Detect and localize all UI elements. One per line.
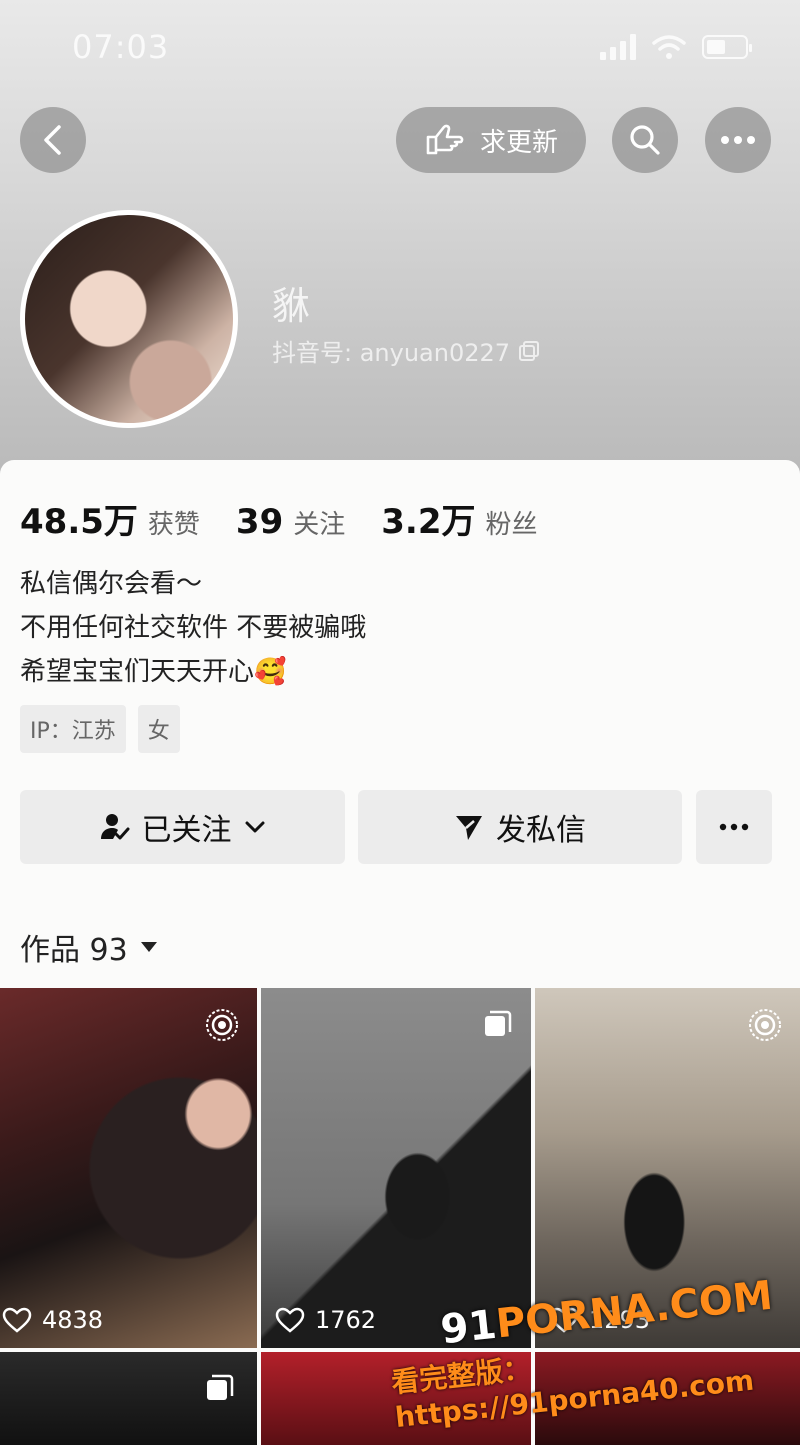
- works-filter[interactable]: 作品 93: [20, 925, 158, 969]
- request-update-button[interactable]: 求更新: [396, 107, 586, 173]
- profile-stats: 48.5万 获赞 39 关注 3.2万 粉丝: [20, 494, 538, 543]
- watermark-logo-number: 91: [438, 1301, 499, 1354]
- smiling-face-hearts-emoji: 🥰: [254, 657, 287, 687]
- likes-count: 1762: [275, 1306, 376, 1334]
- live-icon: [206, 1009, 238, 1041]
- ip-location-tag: IP：江苏: [20, 705, 126, 753]
- stat-following-label: 关注: [293, 510, 346, 540]
- profile-actions: 已关注 发私信: [20, 790, 772, 864]
- status-indicators: [600, 34, 752, 60]
- caret-down-icon: [140, 942, 157, 952]
- likes-value: 1762: [315, 1306, 377, 1334]
- likes-value: 4838: [42, 1306, 104, 1334]
- bio: 私信偶尔会看～ 不用任何社交软件 不要被骗哦 希望宝宝们天天开心🥰: [20, 562, 366, 694]
- more-actions-button[interactable]: [696, 790, 772, 864]
- likes-count: 4838: [2, 1306, 103, 1334]
- signal-icon: [600, 34, 636, 60]
- more-button[interactable]: [705, 107, 771, 173]
- gallery-icon: [207, 1374, 234, 1400]
- bio-line: 希望宝宝们天天开心🥰: [20, 650, 366, 694]
- more-dots-icon: [721, 136, 755, 144]
- works-label: 作品 93: [20, 933, 128, 968]
- gallery-icon: [485, 1010, 512, 1036]
- stat-following-value: 39: [235, 502, 284, 542]
- avatar[interactable]: [20, 210, 238, 428]
- live-icon: [749, 1009, 781, 1041]
- gender-tag: 女: [137, 705, 180, 753]
- send-icon: [456, 816, 482, 840]
- stat-likes-label: 获赞: [147, 510, 200, 540]
- request-update-label: 求更新: [479, 127, 558, 158]
- back-button[interactable]: [20, 107, 86, 173]
- heart-icon: [275, 1307, 305, 1333]
- chevron-down-icon: [245, 821, 264, 833]
- send-message-button[interactable]: 发私信: [358, 790, 682, 864]
- video-thumbnail[interactable]: 4838: [0, 988, 257, 1348]
- followed-label: 已关注: [141, 813, 232, 848]
- stat-followers-label: 粉丝: [485, 510, 538, 540]
- profile-name: 貅: [272, 284, 311, 328]
- heart-icon: [2, 1307, 32, 1333]
- video-thumbnail[interactable]: [0, 1352, 257, 1445]
- wifi-icon: [652, 35, 686, 59]
- followed-button[interactable]: 已关注: [20, 790, 345, 864]
- chevron-left-icon: [44, 125, 61, 155]
- copy-icon[interactable]: [518, 340, 540, 362]
- profile-tags: IP：江苏 女: [20, 705, 180, 753]
- stat-likes-value: 48.5万: [20, 502, 138, 542]
- douyin-id-text: 抖音号: anyuan0227: [272, 339, 511, 367]
- more-dots-icon: [719, 823, 749, 831]
- bio-line: 不用任何社交软件 不要被骗哦: [20, 613, 367, 643]
- stat-following[interactable]: 39 关注: [236, 502, 345, 542]
- stat-followers[interactable]: 3.2万 粉丝: [381, 494, 537, 543]
- user-check-icon: [100, 814, 129, 840]
- stat-likes[interactable]: 48.5万 获赞: [20, 494, 200, 543]
- search-icon: [630, 125, 660, 155]
- pointing-hand-icon: [426, 124, 464, 155]
- send-message-label: 发私信: [496, 813, 586, 848]
- douyin-id: 抖音号: anyuan0227: [272, 333, 540, 368]
- bio-line: 私信偶尔会看～: [20, 569, 203, 599]
- bio-line-text: 希望宝宝们天天开心: [20, 657, 255, 687]
- video-thumbnail[interactable]: 1762: [261, 988, 531, 1348]
- stat-followers-value: 3.2万: [381, 502, 476, 542]
- search-button[interactable]: [612, 107, 678, 173]
- status-time: 07:03: [72, 28, 170, 66]
- battery-icon: [702, 35, 752, 59]
